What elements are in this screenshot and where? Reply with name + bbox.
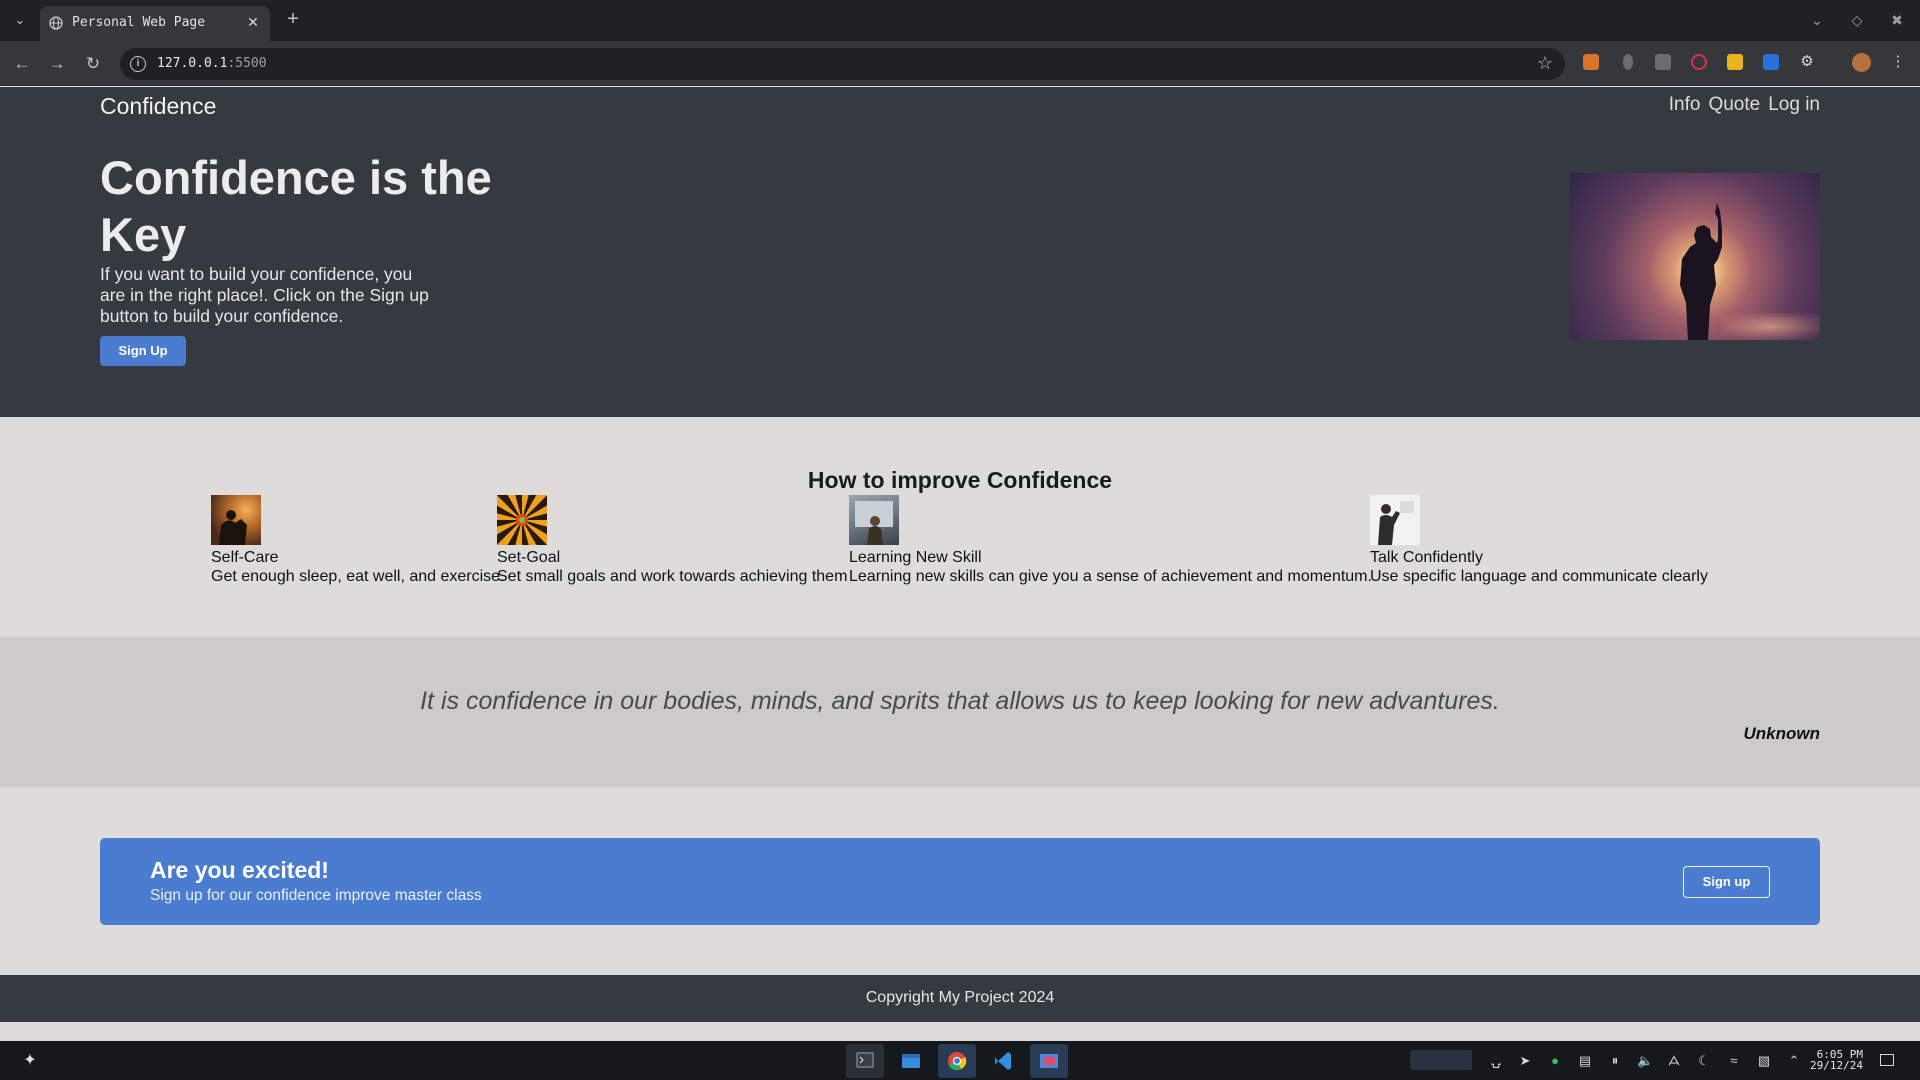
clipboard-icon[interactable]: ▤ bbox=[1577, 1053, 1593, 1069]
nav-link-quote[interactable]: Quote bbox=[1708, 94, 1760, 116]
tip-set-goal: Set-Goal Set small goals and work toward… bbox=[497, 495, 847, 586]
workspace-switcher[interactable] bbox=[1410, 1050, 1472, 1070]
address-bar[interactable]: i 127.0.0.1:5500 ☆ bbox=[120, 48, 1565, 80]
quote-text: It is confidence in our bodies, minds, a… bbox=[420, 687, 1500, 715]
self-care-thumbnail bbox=[211, 495, 261, 545]
show-desktop-icon[interactable] bbox=[1880, 1054, 1894, 1066]
hero-section: Confidence Info Quote Log in Confidence … bbox=[0, 87, 1920, 417]
record-extension-icon[interactable] bbox=[1691, 54, 1707, 70]
tip-description: Learning new skills can give you a sense… bbox=[849, 568, 1372, 585]
quote-section: It is confidence in our bodies, minds, a… bbox=[0, 637, 1920, 787]
bluetooth-icon[interactable]: ᗋ bbox=[1666, 1053, 1682, 1069]
new-tab-button[interactable]: + bbox=[282, 8, 304, 30]
profile-avatar[interactable] bbox=[1852, 53, 1871, 72]
screenshot-app-icon[interactable] bbox=[1030, 1044, 1068, 1078]
url-text: 127.0.0.1:5500 bbox=[157, 56, 267, 71]
reload-icon[interactable]: ↻ bbox=[82, 53, 104, 75]
battery-lock-icon[interactable]: ▧ bbox=[1756, 1053, 1772, 1069]
hero-title: Confidence is the Key bbox=[100, 151, 492, 261]
browser-tab[interactable]: Personal Web Page ✕ bbox=[40, 6, 270, 41]
app-launcher-icon[interactable]: ✦ bbox=[20, 1051, 40, 1071]
improve-section: How to improve Confidence Self-Care Get … bbox=[0, 417, 1920, 637]
nav-link-login[interactable]: Log in bbox=[1768, 94, 1820, 116]
tab-close-icon[interactable]: ✕ bbox=[244, 13, 262, 31]
close-window-icon[interactable]: ✖ bbox=[1887, 10, 1907, 30]
improve-heading: How to improve Confidence bbox=[807, 467, 1113, 493]
footer-copyright: Copyright My Project 2024 bbox=[865, 989, 1055, 1006]
back-arrow-icon[interactable]: ← bbox=[11, 53, 33, 75]
tip-learning-new-skill: Learning New Skill Learning new skills c… bbox=[849, 495, 1372, 586]
terminal-app-icon[interactable] bbox=[846, 1044, 884, 1078]
forward-arrow-icon[interactable]: → bbox=[46, 53, 68, 75]
wifi-icon[interactable]: ≈ bbox=[1726, 1053, 1742, 1069]
update-notifier-icon[interactable]: ● bbox=[1547, 1053, 1563, 1069]
tip-title: Talk Confidently bbox=[1370, 549, 1483, 566]
banner-signup-button[interactable]: Sign up bbox=[1683, 866, 1770, 898]
tip-description: Use specific language and communicate cl… bbox=[1370, 568, 1708, 585]
system-clock[interactable]: 6:05 PM 29/12/24 bbox=[1810, 1049, 1863, 1071]
site-info-icon[interactable]: i bbox=[130, 56, 146, 72]
talk-confidently-thumbnail bbox=[1370, 495, 1420, 545]
url-host: 127.0.0.1 bbox=[157, 56, 228, 71]
url-port: :5500 bbox=[227, 56, 267, 71]
site-nav: Info Quote Log in bbox=[1669, 94, 1820, 116]
minimize-diamond-icon[interactable]: ◇ bbox=[1847, 10, 1867, 30]
quote-author: Unknown bbox=[1743, 724, 1821, 743]
volume-icon[interactable]: 🔈 bbox=[1637, 1053, 1653, 1069]
tip-description: Get enough sleep, eat well, and exercise… bbox=[211, 568, 505, 585]
site-brand[interactable]: Confidence bbox=[100, 93, 216, 120]
clock-date: 29/12/24 bbox=[1810, 1059, 1863, 1072]
media-pause-icon[interactable]: ⏸ bbox=[1607, 1053, 1623, 1069]
hero-image bbox=[1570, 173, 1820, 340]
tab-title: Personal Web Page bbox=[72, 15, 206, 30]
vscode-app-icon[interactable] bbox=[984, 1044, 1022, 1078]
site-footer: Copyright My Project 2024 bbox=[0, 975, 1920, 1022]
tray-expand-chevron-icon[interactable]: ⌃ bbox=[1786, 1053, 1802, 1069]
globe-icon bbox=[49, 16, 63, 30]
banner-subtitle: Sign up for our confidence improve maste… bbox=[150, 887, 482, 904]
tip-description: Set small goals and work towards achievi… bbox=[497, 568, 848, 585]
bookmark-star-icon[interactable]: ☆ bbox=[1537, 53, 1553, 74]
tab-search-chevron-icon[interactable]: ⌄ bbox=[1807, 10, 1827, 30]
hero-signup-button[interactable]: Sign Up bbox=[100, 336, 186, 366]
extension-icon[interactable] bbox=[1623, 54, 1633, 70]
tip-title: Self-Care bbox=[211, 549, 279, 566]
metamask-extension-icon[interactable] bbox=[1583, 54, 1599, 70]
hero-image-clouds bbox=[1720, 313, 1820, 340]
tip-talk-confidently: Talk Confidently Use specific language a… bbox=[1370, 495, 1708, 586]
extensions-puzzle-icon[interactable]: ⚙ bbox=[1799, 54, 1815, 70]
hero-description: If you want to build your confidence, yo… bbox=[100, 264, 429, 326]
browser-menu-icon[interactable]: ⋮ bbox=[1890, 54, 1906, 70]
web-page: Confidence Info Quote Log in Confidence … bbox=[0, 87, 1920, 1022]
signup-banner: Are you excited! Sign up for our confide… bbox=[100, 838, 1820, 925]
learning-skill-thumbnail bbox=[849, 495, 899, 545]
notifications-bell-icon[interactable]: ⍽ bbox=[1488, 1053, 1504, 1069]
banner-title: Are you excited! bbox=[150, 857, 329, 883]
tab-list-chevron-icon[interactable]: ⌄ bbox=[10, 10, 30, 30]
tip-title: Set-Goal bbox=[497, 549, 561, 566]
chrome-app-icon[interactable] bbox=[938, 1044, 976, 1078]
telegram-icon[interactable]: ➤ bbox=[1517, 1053, 1533, 1069]
tip-self-care: Self-Care Get enough sleep, eat well, an… bbox=[211, 495, 505, 586]
os-taskbar: ✦ ⍽ ➤ ● ▤ ⏸ 🔈 ᗋ ☾ ≈ ▧ ⌃ 6:05 PM 29/12/24 bbox=[0, 1041, 1920, 1080]
keep-extension-icon[interactable] bbox=[1727, 54, 1743, 70]
set-goal-thumbnail bbox=[497, 495, 547, 545]
extension-icon-2[interactable] bbox=[1655, 54, 1671, 70]
nav-link-info[interactable]: Info bbox=[1669, 94, 1701, 116]
browser-tab-bar: ⌄ Personal Web Page ✕ + ⌄ ◇ ✖ bbox=[0, 0, 1920, 41]
trello-extension-icon[interactable] bbox=[1763, 54, 1779, 70]
file-manager-app-icon[interactable] bbox=[892, 1044, 930, 1078]
night-light-icon[interactable]: ☾ bbox=[1696, 1053, 1712, 1069]
tip-title: Learning New Skill bbox=[849, 549, 982, 566]
